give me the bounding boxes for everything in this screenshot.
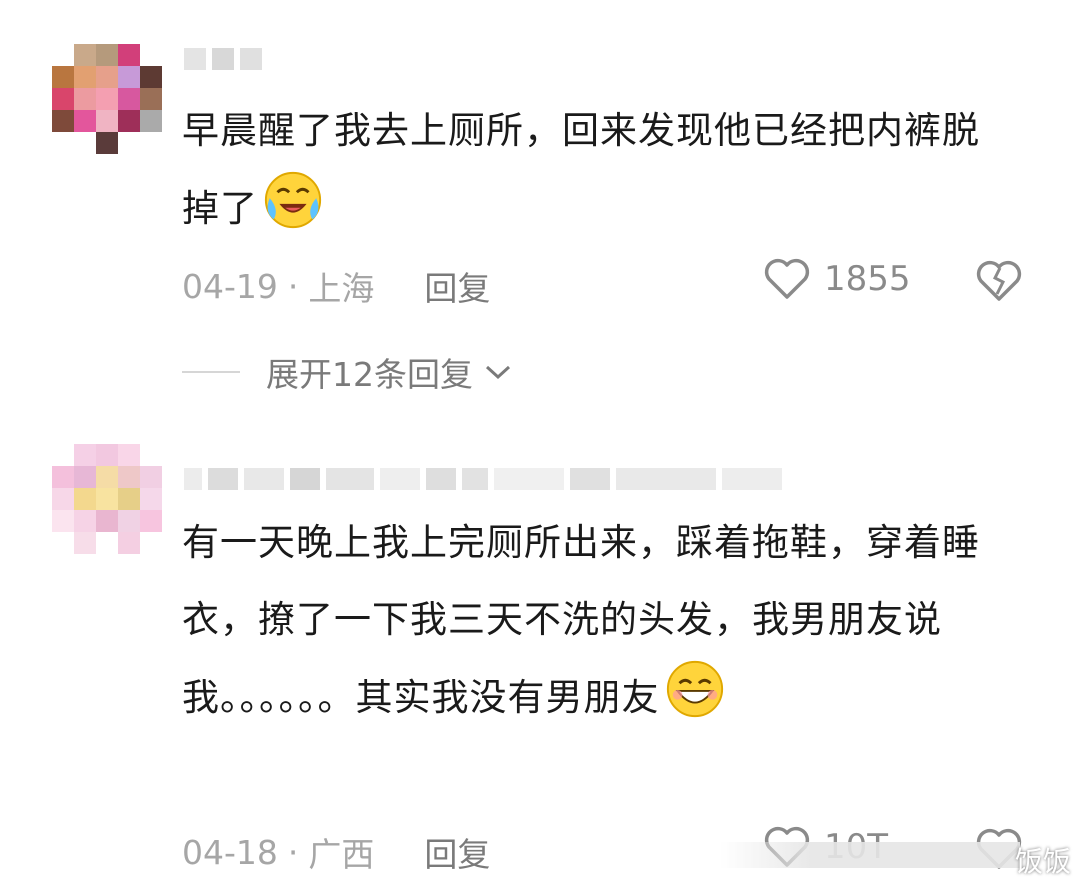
comment-meta: 04-18 · 广西 回复 (182, 828, 490, 876)
username-blurred[interactable] (184, 44, 262, 74)
watermark: 饭饭 (1014, 845, 1071, 878)
comment-text: 有一天晚上我上完厕所出来，踩着拖鞋，穿着睡衣，撩了一下我三天不洗的头发，我男朋友… (182, 504, 1012, 736)
broken-heart-icon[interactable] (976, 260, 1022, 302)
expand-replies-button[interactable]: 展开12条回复 (182, 348, 513, 396)
reply-button[interactable]: 回复 (424, 262, 490, 310)
meta-separator: · (287, 832, 299, 872)
comment-location: 上海 (308, 269, 375, 308)
like-button[interactable]: 1855 (764, 258, 911, 300)
comment-date: 04-18 (182, 832, 278, 872)
divider-line (182, 371, 240, 373)
reply-button[interactable]: 回复 (424, 828, 490, 876)
avatar[interactable] (52, 444, 162, 554)
avatar[interactable] (52, 44, 162, 154)
crying-laughing-emoji-icon (264, 171, 322, 229)
username-blurred[interactable] (184, 464, 782, 494)
heart-icon (764, 258, 810, 299)
like-count: 1855 (824, 259, 911, 299)
grinning-emoji-icon (666, 660, 723, 718)
comment-text: 早晨醒了我去上厕所，回来发现他已经把内裤脱掉了 (182, 92, 1012, 247)
meta-separator: · (287, 266, 299, 306)
expand-replies-label: 展开12条回复 (266, 355, 473, 394)
comment-location: 广西 (308, 835, 375, 874)
comment-text-body: 有一天晚上我上完厕所出来，踩着拖鞋，穿着睡衣，撩了一下我三天不洗的头发，我男朋友… (182, 521, 980, 719)
comment-date: 04-19 (182, 266, 278, 306)
blur-overlay (720, 842, 1020, 868)
chevron-down-icon (485, 365, 511, 380)
comment-meta: 04-19 · 上海 回复 (182, 262, 490, 310)
